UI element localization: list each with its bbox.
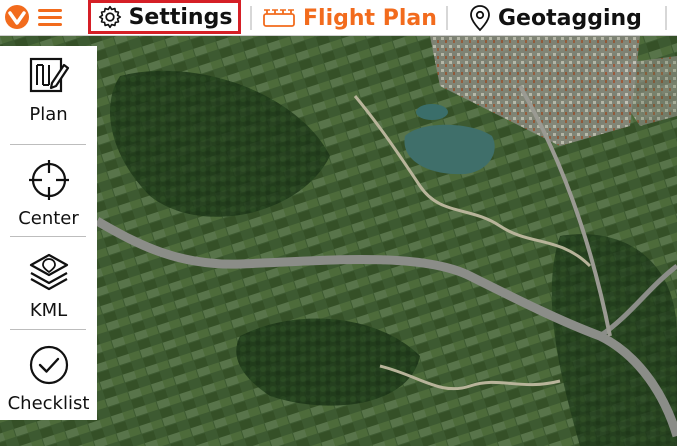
logo-menu-button[interactable] <box>4 4 64 30</box>
satellite-map[interactable] <box>0 36 677 446</box>
toolbar-item-label: Checklist <box>7 393 90 414</box>
map-pin-icon <box>470 5 490 32</box>
tab-flight-plan[interactable]: Flight Plan <box>261 0 437 36</box>
toolbar-item-label: KML <box>29 300 68 321</box>
divider <box>10 144 86 145</box>
toolbar-item-plan[interactable]: Plan <box>0 46 97 138</box>
divider <box>250 6 252 30</box>
gear-icon <box>98 5 121 29</box>
tab-settings[interactable]: Settings <box>88 0 241 34</box>
geotagging-label: Geotagging <box>498 5 642 31</box>
drone-plan-icon <box>263 9 295 27</box>
divider <box>10 329 86 330</box>
flight-plan-label: Flight Plan <box>303 5 437 31</box>
kml-layers-icon <box>27 250 71 294</box>
toolbar-item-center[interactable]: Center <box>0 150 97 242</box>
hamburger-menu-icon[interactable] <box>36 6 64 28</box>
toolbar-item-label: Center <box>18 208 79 229</box>
divider <box>10 236 86 237</box>
left-toolbar: Plan Center KML Checklist <box>0 46 97 420</box>
check-circle-icon <box>27 343 71 387</box>
toolbar-item-label: Plan <box>29 104 68 125</box>
toolbar-item-kml[interactable]: KML <box>0 242 97 334</box>
top-navigation-bar: Settings Flight Plan Geotagging <box>0 0 677 36</box>
toolbar-item-checklist[interactable]: Checklist <box>0 335 97 427</box>
settings-label: Settings <box>128 4 233 30</box>
divider <box>665 6 667 30</box>
tab-geotagging[interactable]: Geotagging <box>468 0 642 36</box>
crosshair-icon <box>27 158 71 202</box>
plan-edit-icon <box>27 54 71 98</box>
divider <box>446 6 448 30</box>
